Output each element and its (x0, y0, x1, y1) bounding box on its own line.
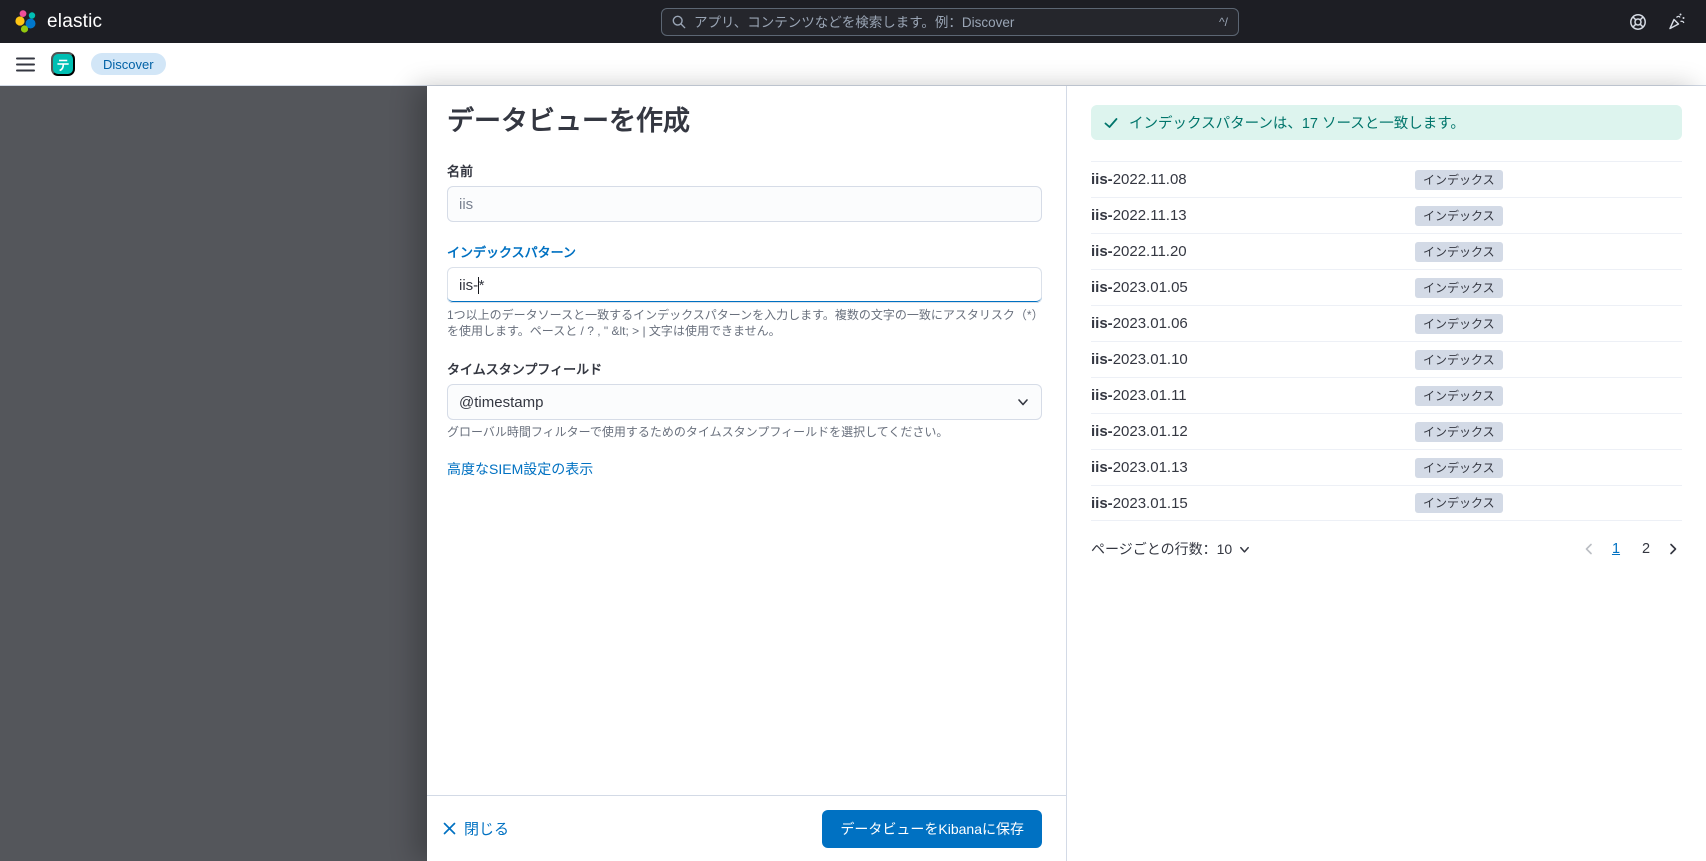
global-search-box[interactable]: ^/ (661, 8, 1239, 36)
breadcrumb-bar: テ Discover (0, 43, 1706, 86)
pagination: ページごとの行数：10 1 2 (1091, 537, 1682, 561)
save-data-view-button[interactable]: データビューをKibanaに保存 (822, 809, 1042, 848)
flyout-footer: 閉じる データビューをKibanaに保存 (427, 795, 1066, 861)
timestamp-select-value: @timestamp (459, 393, 544, 411)
name-input[interactable] (447, 186, 1042, 223)
global-header: elastic ^/ (0, 0, 1706, 43)
index-type-badge: インデックス (1415, 241, 1503, 262)
table-row: iis-2023.01.12 インデックス (1091, 413, 1682, 449)
table-row: iis-2022.11.08 インデックス (1091, 161, 1682, 197)
index-type-badge: インデックス (1415, 349, 1503, 370)
index-type-badge: インデックス (1415, 421, 1503, 442)
name-field-group: 名前 (447, 161, 1042, 223)
index-name: iis-2023.01.10 (1091, 351, 1188, 368)
index-match-preview-panel: インデックスパターンは、17 ソースと一致します。 iis-2022.11.08… (1066, 86, 1706, 861)
search-icon (672, 15, 686, 29)
index-type-badge: インデックス (1415, 493, 1503, 513)
index-pattern-field-label: インデックスパターン (447, 245, 576, 261)
timestamp-help-text: グローバル時間フィルターで使用するためのタイムスタンプフィールドを選択してくださ… (447, 425, 949, 440)
flyout-title: データビューを作成 (447, 106, 690, 136)
index-name: iis-2022.11.08 (1091, 171, 1187, 188)
success-callout: インデックスパターンは、17 ソースと一致します。 (1091, 105, 1682, 140)
table-row: iis-2023.01.13 インデックス (1091, 449, 1682, 485)
table-row: iis-2023.01.06 インデックス (1091, 305, 1682, 341)
index-pattern-value-pre: iis- (459, 276, 479, 294)
index-type-badge: インデックス (1415, 205, 1503, 226)
index-name: iis-2023.01.12 (1091, 423, 1188, 440)
close-icon (443, 822, 456, 835)
elastic-logo: elastic (14, 9, 102, 34)
close-button-label: 閉じる (464, 821, 510, 838)
chevron-down-icon (1240, 546, 1250, 553)
index-name: iis-2023.01.05 (1091, 279, 1188, 296)
next-page-button[interactable] (1664, 540, 1682, 558)
index-name: iis-2022.11.20 (1091, 243, 1187, 260)
timestamp-field-group: タイムスタンプフィールド @timestamp グローバル時間フィルターで使用す… (447, 359, 1042, 441)
header-actions (1629, 12, 1692, 31)
success-callout-message: インデックスパターンは、17 ソースと一致します。 (1129, 116, 1465, 132)
index-name: iis-2023.01.06 (1091, 315, 1188, 332)
logo-wordmark: elastic (47, 10, 103, 32)
timestamp-select[interactable]: @timestamp (447, 384, 1042, 421)
page-1-button[interactable]: 1 (1604, 537, 1628, 561)
table-row: iis-2023.01.10 インデックス (1091, 341, 1682, 377)
space-avatar[interactable]: テ (51, 52, 75, 76)
index-pattern-input[interactable]: iis- * (447, 267, 1042, 304)
data-view-form-panel: データビューを作成 名前 インデックスパターン iis-* 1つ以上のデータソー… (427, 86, 1066, 861)
chevron-right-icon (1670, 543, 1677, 555)
newsfeed-button[interactable] (1667, 12, 1686, 31)
table-row: iis-2022.11.20 インデックス (1091, 233, 1682, 269)
index-pattern-help-text: 1つ以上のデータソースと一致するインデックスパターンを入力します。複数の文字の一… (447, 308, 1038, 338)
index-name: iis-2023.01.15 (1091, 494, 1188, 512)
create-data-view-flyout: データビューを作成 名前 インデックスパターン iis-* 1つ以上のデータソー… (427, 86, 1706, 861)
search-shortcut-hint: ^/ (1219, 15, 1228, 29)
close-flyout-button[interactable]: 閉じる (443, 818, 509, 839)
page-controls: 1 2 (1580, 537, 1682, 561)
check-icon (1104, 117, 1118, 128)
index-type-badge: インデックス (1415, 313, 1503, 334)
menu-button[interactable] (16, 57, 35, 72)
newsfeed-party-popper-icon (1669, 13, 1685, 30)
index-type-badge: インデックス (1415, 457, 1503, 478)
form-content: データビューを作成 名前 インデックスパターン iis-* 1つ以上のデータソー… (427, 86, 1066, 795)
index-pattern-value-post: * (478, 276, 485, 294)
table-row: iis-2022.11.13 インデックス (1091, 197, 1682, 233)
chevron-down-icon (1018, 399, 1028, 406)
chevron-left-icon (1585, 543, 1592, 555)
index-type-badge: インデックス (1415, 169, 1503, 190)
help-button[interactable] (1629, 13, 1647, 31)
table-row: iis-2023.01.15 インデックス (1091, 485, 1682, 521)
index-type-badge: インデックス (1415, 385, 1503, 406)
name-field-label: 名前 (447, 164, 474, 180)
index-name: iis-2023.01.11 (1091, 387, 1187, 404)
previous-page-button[interactable] (1580, 540, 1598, 558)
page-body: データビューを作成 名前 インデックスパターン iis-* 1つ以上のデータソー… (0, 86, 1706, 861)
index-type-badge: インデックス (1415, 277, 1503, 298)
show-advanced-settings-link[interactable]: 高度なSIEM設定の表示 (447, 459, 593, 479)
breadcrumb-discover[interactable]: Discover (91, 53, 166, 75)
flyout-overlay-mask[interactable] (0, 86, 427, 861)
table-row: iis-2023.01.11 インデックス (1091, 377, 1682, 413)
rows-per-page-button[interactable]: ページごとの行数：10 (1091, 539, 1251, 559)
rows-per-page-label: ページごとの行数：10 (1091, 541, 1233, 557)
matched-sources-table: iis-2022.11.08 インデックス iis-2022.11.13 インデック… (1091, 161, 1682, 521)
index-pattern-field-group: インデックスパターン iis- * 1つ以上のデータソースと一致するインデックスパ… (447, 242, 1042, 339)
help-icon (1630, 13, 1646, 30)
kibana-app: elastic ^/ (0, 0, 1706, 861)
hamburger-icon (16, 57, 35, 71)
page-2-button[interactable]: 2 (1634, 537, 1658, 561)
elastic-logo-icon (15, 10, 36, 33)
search-input[interactable] (694, 14, 1212, 30)
index-name: iis-2022.11.13 (1091, 207, 1187, 224)
table-row: iis-2023.01.05 インデックス (1091, 269, 1682, 305)
timestamp-field-label: タイムスタンプフィールド (447, 362, 603, 378)
index-name: iis-2023.01.13 (1091, 459, 1188, 476)
